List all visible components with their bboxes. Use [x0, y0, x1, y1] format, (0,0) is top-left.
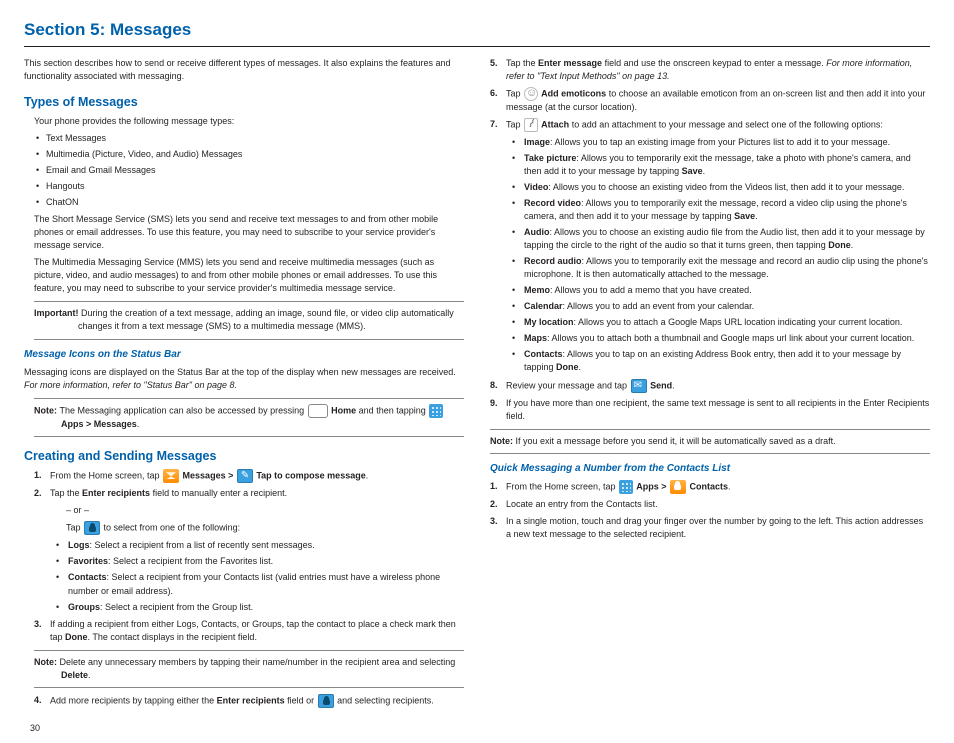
sms-paragraph: The Short Message Service (SMS) lets you… [34, 213, 464, 252]
type-item: Text Messages [34, 132, 464, 145]
attach-option: Audio: Allows you to choose an existing … [512, 226, 930, 252]
compose-icon [237, 469, 253, 483]
important-label: Important! [34, 308, 81, 318]
step: Locate an entry from the Contacts list. [490, 498, 930, 511]
status-icons-paragraph: Messaging icons are displayed on the Sta… [24, 366, 464, 392]
important-callout: Important! During the creation of a text… [34, 301, 464, 339]
step: Tap the Enter recipients field to manual… [34, 487, 464, 613]
note-label: Note: [490, 436, 516, 446]
step: Review your message and tap Send. [490, 379, 930, 393]
sub-option: Contacts: Select a recipient from your C… [56, 571, 464, 597]
step: If adding a recipient from either Logs, … [34, 618, 464, 644]
attach-option: Contacts: Allows you to tap on an existi… [512, 348, 930, 374]
right-column: Tap the Enter message field and use the … [490, 53, 930, 712]
apps-icon [619, 480, 633, 494]
sub-option: Favorites: Select a recipient from the F… [56, 555, 464, 568]
attach-option: Video: Allows you to choose an existing … [512, 181, 930, 194]
attach-option: Memo: Allows you to add a memo that you … [512, 284, 930, 297]
attach-option: Maps: Allows you to attach both a thumbn… [512, 332, 930, 345]
apps-icon [429, 404, 443, 418]
section-title: Section 5: Messages [24, 18, 930, 47]
type-item: Multimedia (Picture, Video, and Audio) M… [34, 148, 464, 161]
status-icons-heading: Message Icons on the Status Bar [24, 348, 464, 363]
step: Tap Add emoticons to choose an available… [490, 87, 930, 114]
intro-paragraph: This section describes how to send or re… [24, 57, 464, 83]
attach-option: My location: Allows you to attach a Goog… [512, 316, 930, 329]
sub-option: Logs: Select a recipient from a list of … [56, 539, 464, 552]
attach-option: Image: Allows you to tap an existing ima… [512, 136, 930, 149]
step: From the Home screen, tap Apps > Contact… [490, 480, 930, 494]
type-item: Email and Gmail Messages [34, 164, 464, 177]
contacts-app-icon [670, 480, 686, 494]
step: In a single motion, touch and drag your … [490, 515, 930, 541]
types-heading: Types of Messages [24, 93, 464, 111]
send-icon [631, 379, 647, 393]
type-item: Hangouts [34, 180, 464, 193]
mms-paragraph: The Multimedia Messaging Service (MMS) l… [34, 256, 464, 295]
attach-icon [524, 118, 538, 132]
emoticon-icon [524, 87, 538, 101]
attach-option: Take picture: Allows you to temporarily … [512, 152, 930, 178]
sub-option: Groups: Select a recipient from the Grou… [56, 601, 464, 614]
contact-icon [318, 694, 334, 708]
attach-option: Calendar: Allows you to add an event fro… [512, 300, 930, 313]
step: From the Home screen, tap Messages > Tap… [34, 469, 464, 483]
note-label: Note: [34, 657, 60, 667]
page-number: 30 [30, 722, 930, 735]
note-callout-2: Note: Delete any unnecessary members by … [34, 650, 464, 688]
step: If you have more than one recipient, the… [490, 397, 930, 423]
note-callout-3: Note: If you exit a message before you s… [490, 429, 930, 454]
home-icon [308, 404, 328, 418]
note-callout-1: Note: The Messaging application can also… [34, 398, 464, 437]
left-column: This section describes how to send or re… [24, 53, 464, 712]
messages-icon [163, 469, 179, 483]
contact-icon [84, 521, 100, 535]
step: Tap Attach to add an attachment to your … [490, 118, 930, 375]
attach-option: Record video: Allows you to temporarily … [512, 197, 930, 223]
important-text: During the creation of a text message, a… [78, 308, 454, 331]
attach-option: Record audio: Allows you to temporarily … [512, 255, 930, 281]
quick-heading: Quick Messaging a Number from the Contac… [490, 462, 930, 477]
note-label: Note: [34, 405, 60, 415]
type-item: ChatON [34, 196, 464, 209]
types-lead: Your phone provides the following messag… [34, 115, 464, 128]
creating-heading: Creating and Sending Messages [24, 447, 464, 465]
or-separator: – or – [66, 504, 464, 517]
step: Tap the Enter message field and use the … [490, 57, 930, 83]
step: Add more recipients by tapping either th… [34, 694, 464, 708]
